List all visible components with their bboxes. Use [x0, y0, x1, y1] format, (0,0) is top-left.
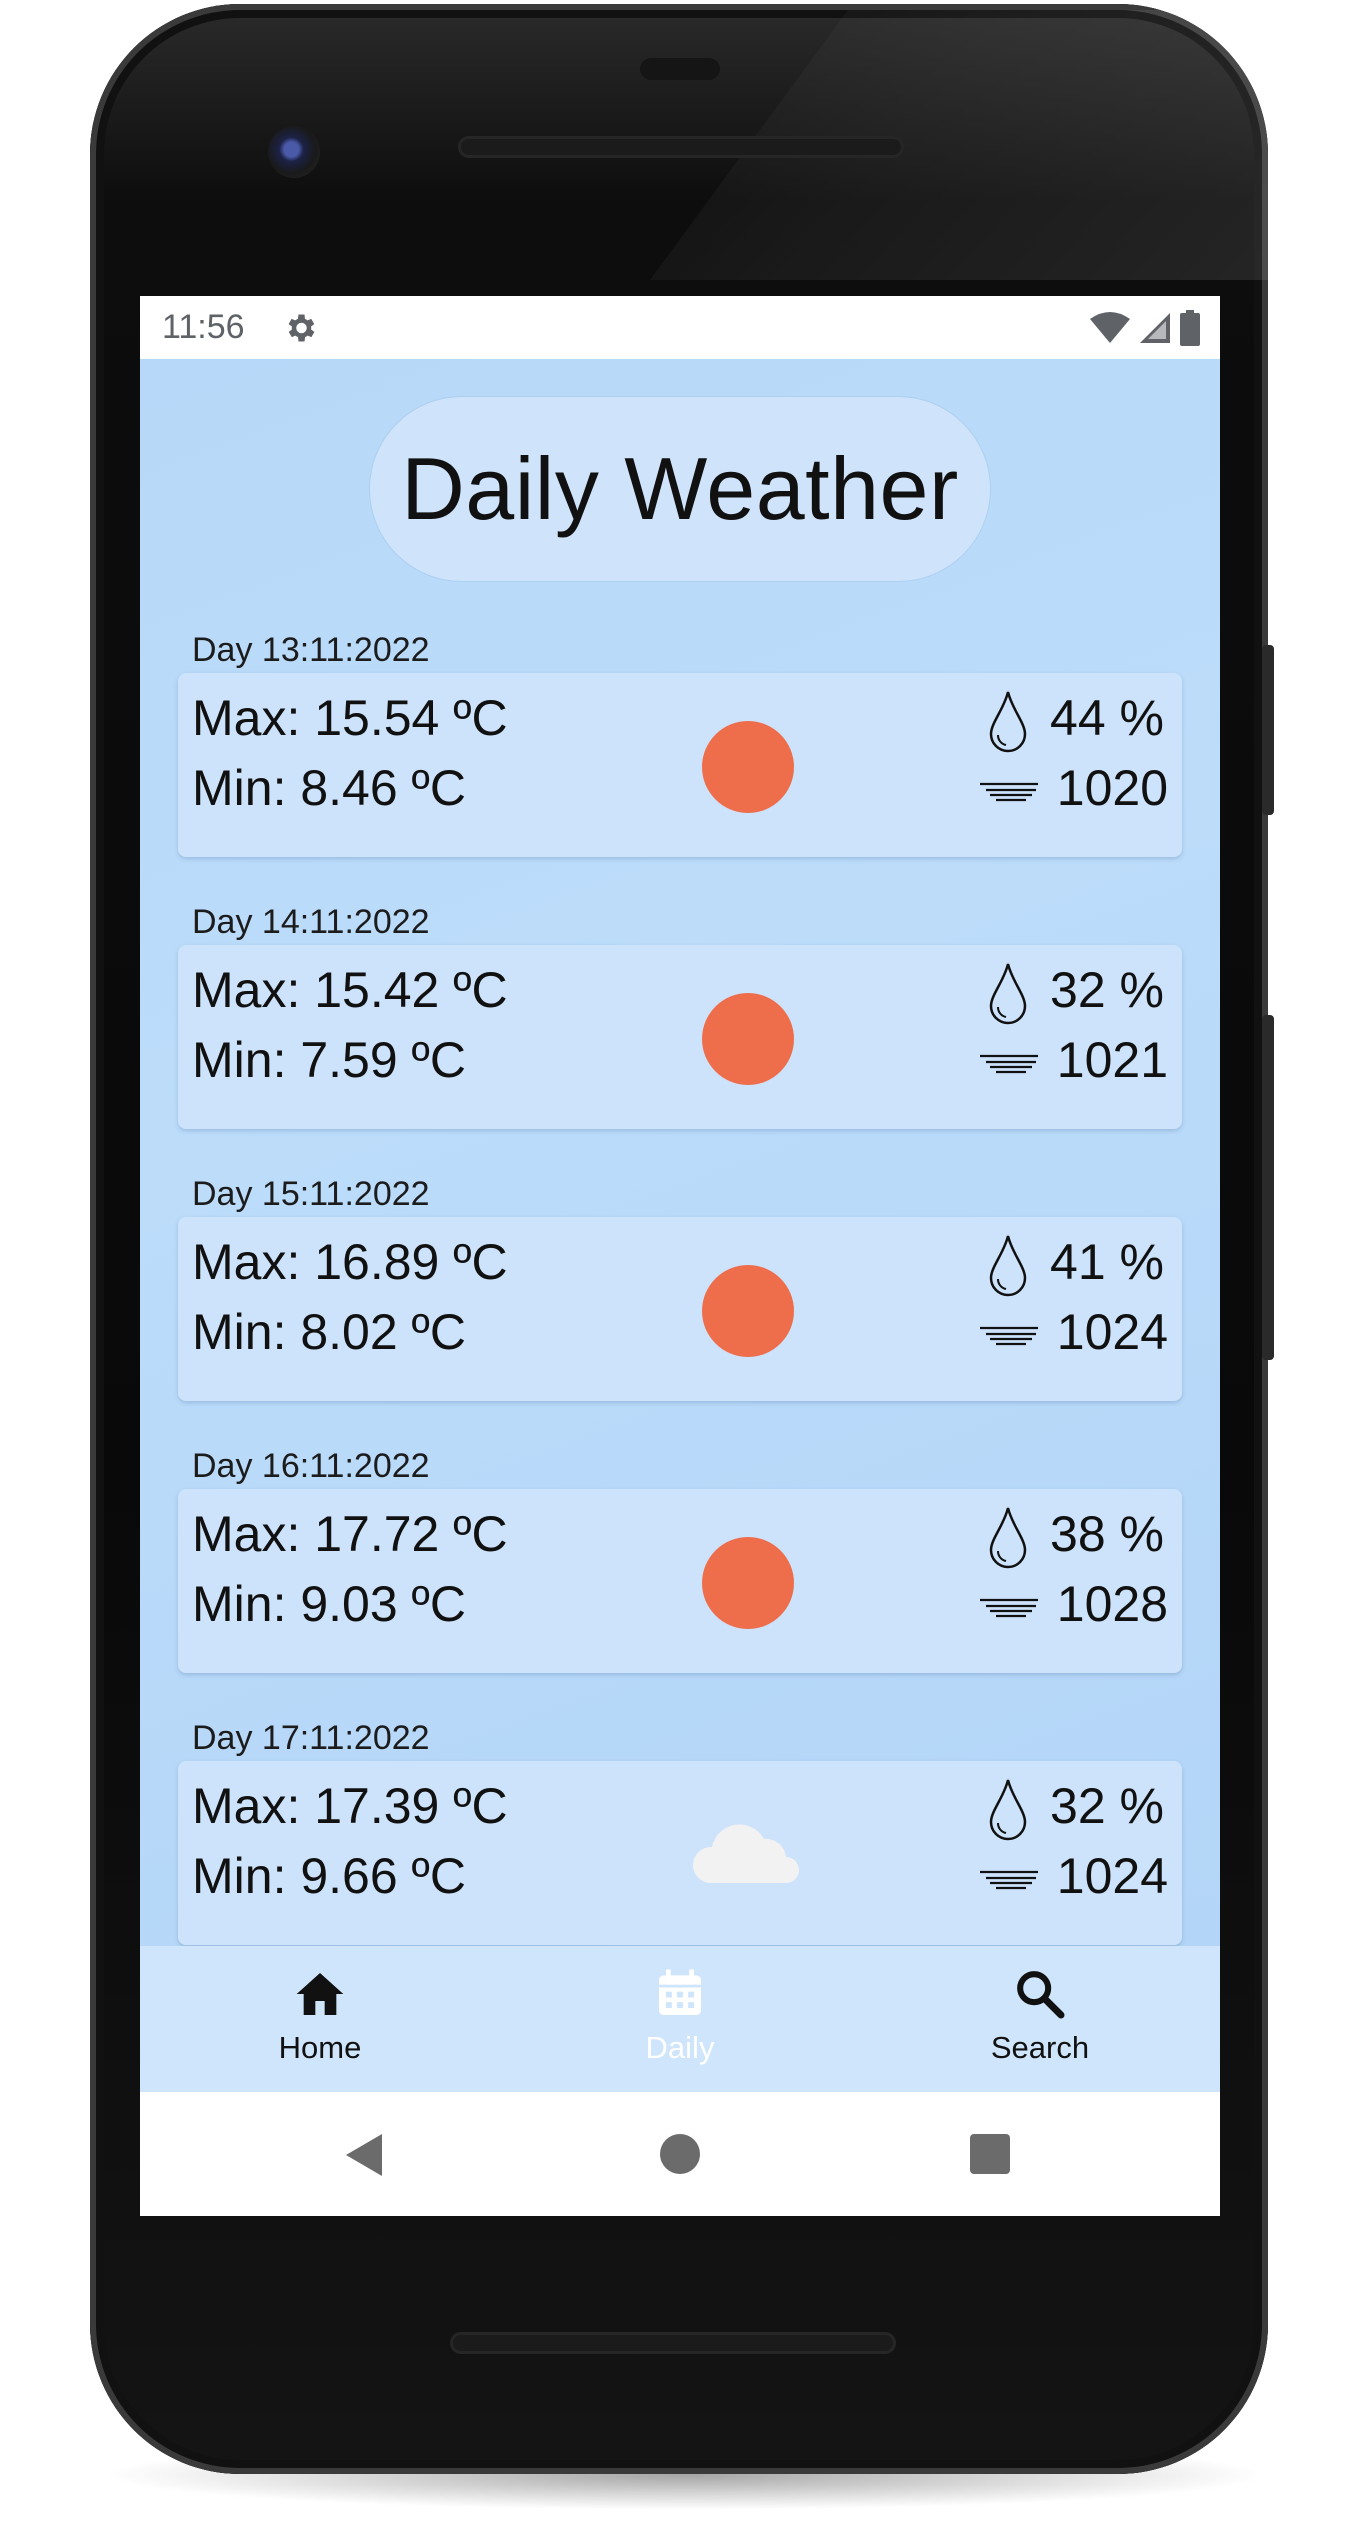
volume-button — [1262, 1015, 1274, 1360]
max-temp: Max: 15.54 ºC — [192, 690, 508, 746]
nav-daily-label: Daily — [645, 2030, 715, 2065]
back-icon[interactable] — [344, 2132, 384, 2178]
page-title: Daily Weather — [401, 439, 959, 538]
proximity-sensor — [640, 58, 720, 80]
max-temp: Max: 17.72 ºC — [192, 1506, 508, 1562]
day-card[interactable]: Max: 15.54 ºC Min: 8.46 ºC 44 % 1020 — [178, 673, 1182, 857]
front-camera — [268, 126, 320, 178]
home-circle-icon[interactable] — [660, 2134, 700, 2174]
humidity-value: 44 % — [1050, 690, 1164, 746]
humidity-value: 32 % — [1050, 1778, 1164, 1834]
day-date: Day 16:11:2022 — [192, 1447, 430, 1485]
wifi-icon — [1090, 312, 1130, 343]
pressure-icon — [980, 1054, 1038, 1074]
humidity-drop-icon — [989, 963, 1027, 1025]
phone-screen: 11:56 Daily Weather Day 13:11:2022 Max: … — [140, 296, 1220, 2216]
status-time: 11:56 — [162, 308, 245, 346]
pressure-icon — [980, 782, 1038, 802]
day-date: Day 17:11:2022 — [192, 1719, 430, 1757]
sun-icon — [700, 721, 794, 815]
sun-icon — [700, 1537, 794, 1631]
nav-daily[interactable]: Daily — [580, 1966, 780, 2066]
pressure-value: 1020 — [1056, 760, 1168, 816]
battery-icon — [1180, 310, 1200, 346]
pressure-value: 1024 — [1056, 1848, 1168, 1904]
max-temp: Max: 17.39 ºC — [192, 1778, 508, 1834]
title-pill: Daily Weather — [370, 397, 990, 581]
status-bar: 11:56 — [140, 296, 1220, 359]
humidity-drop-icon — [989, 1779, 1027, 1841]
min-temp: Min: 8.46 ºC — [192, 760, 466, 816]
day-card[interactable]: Max: 15.42 ºC Min: 7.59 ºC 32 % 1021 — [178, 945, 1182, 1129]
nav-home-label: Home — [278, 2030, 362, 2065]
daily-content: Daily Weather Day 13:11:2022 Max: 15.54 … — [140, 359, 1220, 1946]
cloud-icon — [692, 1824, 799, 1883]
day-date: Day 13:11:2022 — [192, 631, 430, 669]
max-temp: Max: 15.42 ºC — [192, 962, 508, 1018]
signal-icon — [1140, 313, 1170, 343]
day-card[interactable]: Max: 17.72 ºC Min: 9.03 ºC 38 % 1028 — [178, 1489, 1182, 1673]
min-temp: Min: 9.03 ºC — [192, 1576, 466, 1632]
earpiece-speaker — [458, 136, 904, 158]
humidity-value: 41 % — [1050, 1234, 1164, 1290]
power-button — [1262, 645, 1274, 815]
humidity-drop-icon — [989, 1235, 1027, 1297]
humidity-drop-icon — [989, 691, 1027, 753]
bottom-navigation: Home Daily Search — [140, 1946, 1220, 2092]
humidity-drop-icon — [989, 1507, 1027, 1569]
bottom-speaker — [450, 2332, 896, 2354]
pressure-value: 1024 — [1056, 1304, 1168, 1360]
pressure-value: 1021 — [1056, 1032, 1168, 1088]
calendar-icon — [659, 1969, 701, 2015]
min-temp: Min: 7.59 ºC — [192, 1032, 466, 1088]
nav-search[interactable]: Search — [940, 1966, 1140, 2066]
pressure-icon — [980, 1598, 1038, 1618]
humidity-value: 38 % — [1050, 1506, 1164, 1562]
day-date: Day 14:11:2022 — [192, 903, 430, 941]
day-card[interactable]: Max: 16.89 ºC Min: 8.02 ºC 41 % 1024 — [178, 1217, 1182, 1401]
pressure-value: 1028 — [1056, 1576, 1168, 1632]
home-icon — [296, 1973, 344, 2015]
day-card[interactable]: Max: 17.39 ºC Min: 9.66 ºC 32 % 1024 — [178, 1761, 1182, 1945]
sun-icon — [700, 1265, 794, 1359]
min-temp: Min: 8.02 ºC — [192, 1304, 466, 1360]
day-date: Day 15:11:2022 — [192, 1175, 430, 1213]
max-temp: Max: 16.89 ºC — [192, 1234, 508, 1290]
nav-home[interactable]: Home — [220, 1966, 420, 2066]
nav-search-label: Search — [990, 2030, 1090, 2065]
search-icon — [1017, 1971, 1065, 2019]
humidity-value: 32 % — [1050, 962, 1164, 1018]
settings-gear-icon — [288, 314, 315, 342]
min-temp: Min: 9.66 ºC — [192, 1848, 466, 1904]
recents-icon[interactable] — [970, 2134, 1010, 2174]
system-navigation-bar — [140, 2092, 1220, 2216]
pressure-icon — [980, 1326, 1038, 1346]
pressure-icon — [980, 1870, 1038, 1890]
sun-icon — [700, 993, 794, 1087]
